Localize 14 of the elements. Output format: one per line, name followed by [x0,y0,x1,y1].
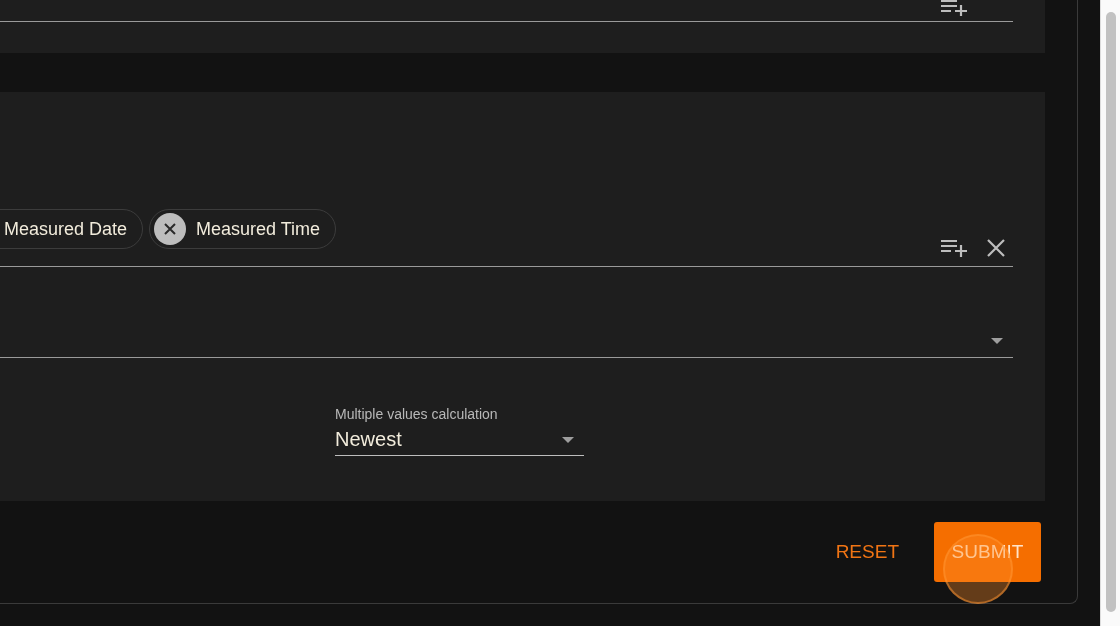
chip-input-field[interactable]: Measured Date Measured Time [0,92,1013,267]
close-icon[interactable] [987,239,1005,257]
caret-icon [562,436,574,443]
select-field[interactable]: Newest [335,424,584,456]
reset-button[interactable]: RESET [835,522,899,582]
scrollbar[interactable] [1100,0,1120,626]
caret-icon [991,338,1003,344]
remove-icon[interactable] [154,213,187,245]
chip-label: Measured Time [196,218,321,240]
list-add-icon[interactable] [941,0,967,16]
list-add-icon[interactable] [941,239,967,257]
chip-label: Measured Date [4,218,128,240]
field-label: Multiple values calculation [335,406,499,422]
input-field[interactable] [0,0,1013,22]
